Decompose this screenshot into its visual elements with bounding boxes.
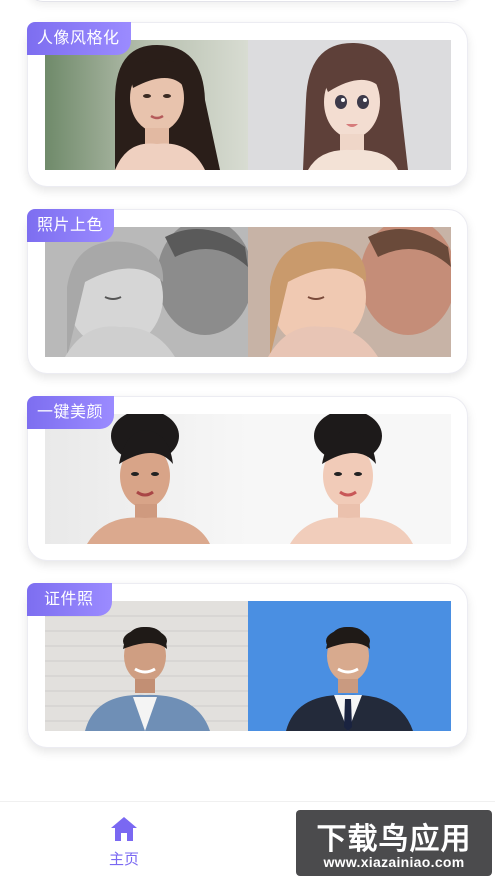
feature-card-id-photo[interactable]: 证件照 — [27, 583, 468, 748]
after-photo — [248, 40, 451, 170]
previous-card-edge — [27, 0, 468, 2]
feature-label: 人像风格化 — [27, 22, 131, 55]
before-after-photos — [45, 601, 451, 731]
after-photo — [248, 227, 451, 357]
feature-card-beautify[interactable]: 一键美颜 — [27, 396, 468, 561]
nav-home-label: 主页 — [108, 851, 139, 868]
watermark-url: www.xiazainiao.com — [323, 854, 465, 870]
feature-card-portrait-stylize[interactable]: 人像风格化 — [27, 22, 468, 187]
before-photo — [45, 227, 248, 357]
watermark-title: 下载鸟应用 — [316, 822, 472, 857]
feature-label: 一键美颜 — [27, 396, 115, 429]
before-after-photos — [45, 414, 451, 544]
feature-label: 照片上色 — [27, 209, 115, 242]
before-photo — [45, 414, 248, 544]
home-icon — [111, 817, 137, 841]
before-photo — [45, 40, 248, 170]
after-photo — [248, 414, 451, 544]
before-after-photos — [45, 40, 451, 170]
app-screen: 人像风格化 照片上色 一键美颜 证件照 主页 下载鸟应用 www.xiazain… — [0, 0, 495, 880]
nav-home-tab[interactable]: 主页 — [96, 816, 152, 872]
before-photo — [45, 601, 248, 731]
feature-label: 证件照 — [27, 583, 112, 616]
after-photo — [248, 601, 451, 731]
watermark-logo: 下载鸟应用 www.xiazainiao.com — [296, 810, 492, 876]
before-after-photos — [45, 227, 451, 357]
feature-card-photo-colorize[interactable]: 照片上色 — [27, 209, 468, 374]
